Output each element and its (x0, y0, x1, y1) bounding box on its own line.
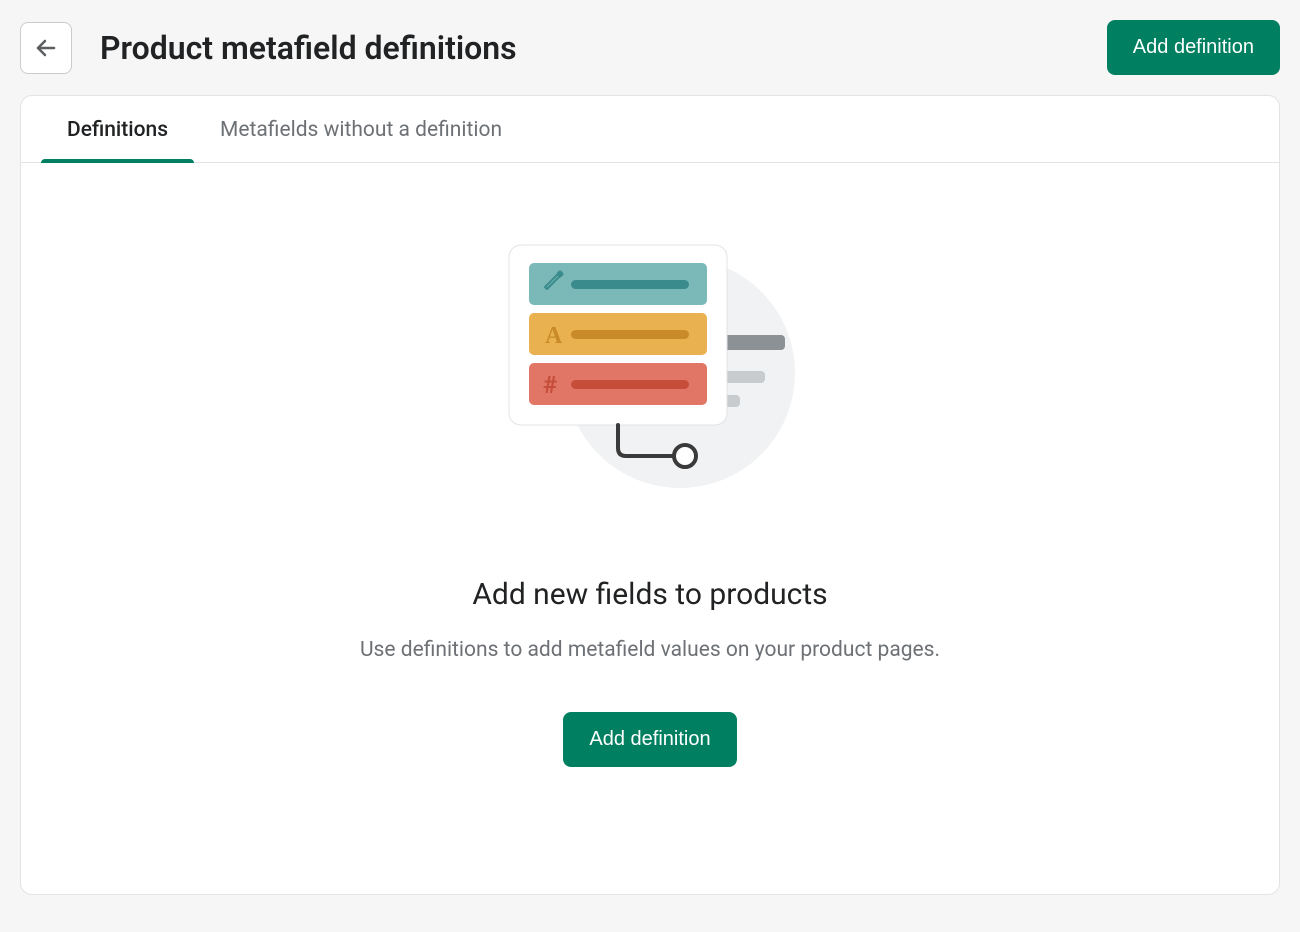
back-button[interactable] (20, 22, 72, 74)
main-card: Definitions Metafields without a definit… (20, 95, 1280, 895)
header-left: Product metafield definitions (20, 22, 517, 74)
tab-metafields-without-definition[interactable]: Metafields without a definition (194, 96, 528, 162)
tab-definitions[interactable]: Definitions (41, 96, 194, 162)
svg-text:#: # (543, 371, 557, 399)
empty-state-heading: Add new fields to products (472, 577, 827, 612)
add-definition-button-empty[interactable]: Add definition (563, 712, 736, 767)
arrow-left-icon (34, 36, 58, 60)
empty-state-description: Use definitions to add metafield values … (360, 638, 940, 662)
tabs: Definitions Metafields without a definit… (21, 96, 1279, 163)
page-title: Product metafield definitions (100, 29, 517, 67)
metafields-illustration: A # (495, 243, 805, 517)
page-header: Product metafield definitions Add defini… (20, 20, 1280, 75)
svg-text:A: A (545, 323, 563, 349)
empty-state: A # Add new fields to products Use defin… (21, 163, 1279, 827)
add-definition-button-header[interactable]: Add definition (1107, 20, 1280, 75)
